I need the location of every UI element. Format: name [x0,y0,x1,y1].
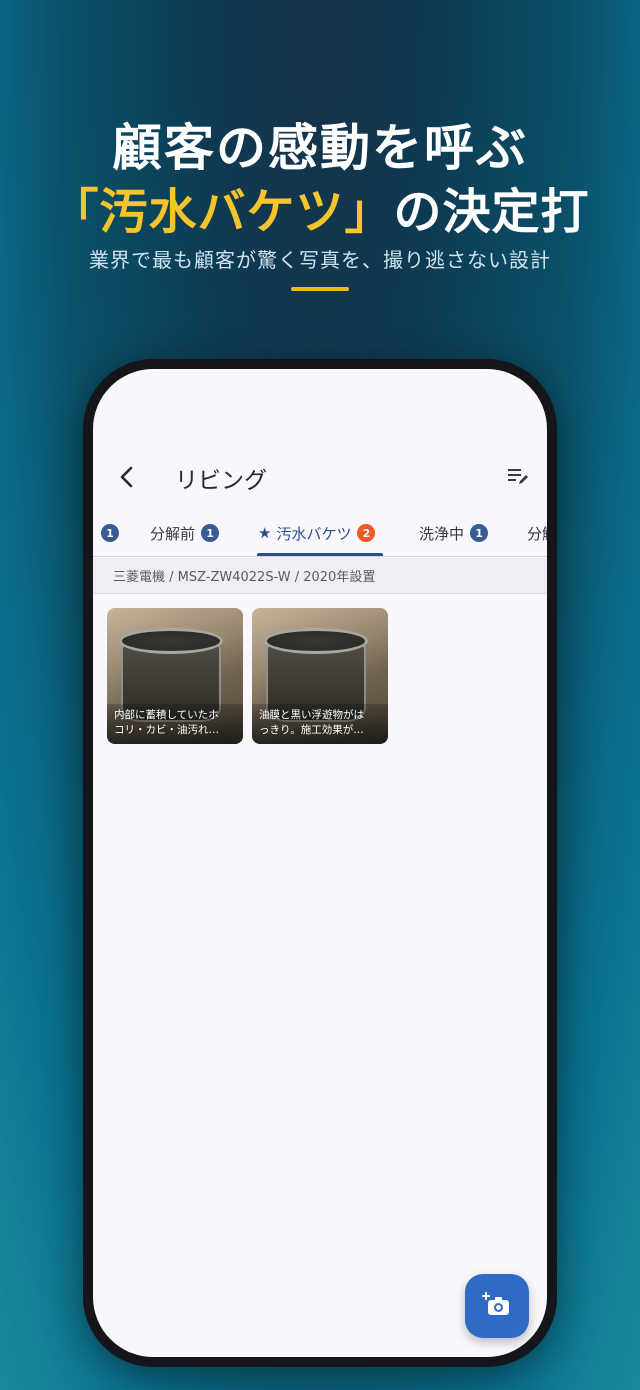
model-info-bar: 三菱電機 / MSZ-ZW4022S-W / 2020年設置 [93,558,547,594]
back-button[interactable] [111,459,143,495]
app-screen: リビング 1 分解前 1 ★ 汚水バケツ 2 洗浄中 1 分 三菱電機 / MS… [93,369,547,1357]
hero-divider [291,287,349,291]
tab-dirty-water-bucket[interactable]: ★ 汚水バケツ 2 [258,509,376,556]
hero-headline-line1: 顧客の感動を呼ぶ [112,119,528,177]
category-tabs: 1 分解前 1 ★ 汚水バケツ 2 洗浄中 1 分解 [93,509,547,557]
app-bar: リビング [93,451,547,507]
active-tab-indicator [257,553,383,556]
edit-list-button[interactable] [503,461,533,491]
hero-headline-accent: 「汚水バケツ」 [50,184,394,240]
add-photo-button[interactable] [465,1274,529,1338]
photo-caption: 内部に蓄積していたホ コリ・カビ・油汚れ… [107,704,243,744]
photo-thumbnail[interactable]: 内部に蓄積していたホ コリ・カビ・油汚れ… [107,608,243,744]
hero-headline-line2: 「汚水バケツ」の決定打 [0,172,640,242]
tab-label: 洗浄中 [419,524,465,543]
tab-label: 分解 [527,524,547,543]
edit-list-icon [508,469,528,484]
tab-count-badge: 1 [201,524,220,542]
back-arrow-icon [120,466,133,488]
tab-previous[interactable]: 1 [95,509,119,556]
phone-frame: リビング 1 分解前 1 ★ 汚水バケツ 2 洗浄中 1 分 三菱電機 / MS… [83,359,557,1367]
tab-label: 分解前 [150,524,196,543]
tab-next[interactable]: 分解 [527,509,547,556]
photo-thumbnail[interactable]: 油膜と黒い浮遊物がは っきり。施工効果が… [252,608,388,744]
hero-banner: 顧客の感動を呼ぶ 「汚水バケツ」の決定打 業界で最も顧客が驚く写真を、撮り逃さな… [0,0,640,340]
tab-count-badge: 2 [357,524,376,542]
tab-before-disassembly[interactable]: 分解前 1 [150,509,220,556]
hero-headline-rest: の決定打 [393,184,590,240]
photo-caption: 油膜と黒い浮遊物がは っきり。施工効果が… [252,704,388,744]
tab-label: 汚水バケツ [276,524,352,543]
add-photo-camera-icon [482,1292,509,1315]
tab-count-badge: 1 [470,524,489,542]
hero-subtitle: 業界で最も顧客が驚く写真を、撮り逃さない設計 [89,248,551,272]
page-title: リビング [175,468,267,494]
tab-washing[interactable]: 洗浄中 1 [419,509,489,556]
tab-count-badge: 1 [101,524,119,542]
star-icon: ★ [258,524,272,542]
